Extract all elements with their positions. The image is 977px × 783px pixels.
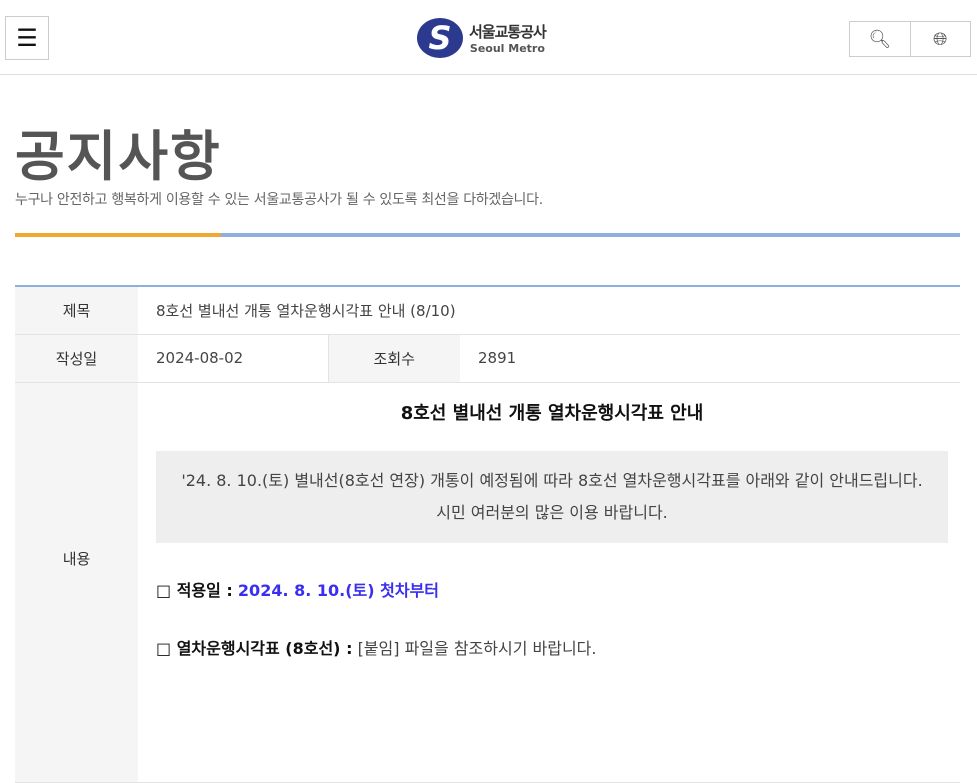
logo[interactable]: S 서울교통공사 Seoul Metro (417, 18, 547, 58)
apply-date-label: □ 적용일 : (156, 580, 233, 600)
page-title: 공지사항 (15, 125, 222, 188)
apply-date-line: □ 적용일 : 2024. 8. 10.(토) 첫차부터 (156, 577, 948, 601)
subject-label: 제목 (15, 286, 138, 335)
views-label: 조회수 (327, 334, 460, 383)
content-body: 8호선 별내선 개통 열차운행시각표 안내 '24. 8. 10.(토) 별내선… (138, 382, 960, 783)
header: ☰ S 서울교통공사 Seoul Metro 🔍︎ 🌐︎ (0, 0, 977, 75)
content-box: '24. 8. 10.(토) 별내선(8호선 연장) 개통이 예정됨에 따라 8… (156, 450, 948, 543)
logo-text-en: Seoul Metro (469, 42, 545, 55)
page-subtitle: 누구나 안전하고 행복하게 이용할 수 있는 서울교통공사가 될 수 있도록 최… (15, 192, 543, 208)
subject-value: 8호선 별내선 개통 열차운행시각표 안내 (8/10) (138, 286, 960, 335)
globe-icon[interactable]: 🌐︎ (909, 22, 971, 56)
date-label: 작성일 (15, 334, 138, 383)
hamburger-icon: ☰ (16, 24, 38, 52)
meta-row: 작성일 2024-08-02 조회수 2891 (15, 334, 960, 383)
views-value: 2891 (460, 334, 960, 383)
search-icon[interactable]: 🔍︎ (850, 22, 910, 56)
content-label: 내용 (15, 382, 138, 783)
title-divider (15, 233, 960, 237)
menu-button[interactable]: ☰ (5, 16, 49, 60)
logo-text-ko: 서울교통공사 (469, 23, 547, 41)
content-row: 내용 8호선 별내선 개통 열차운행시각표 안내 '24. 8. 10.(토) … (15, 382, 960, 783)
subject-row: 제목 8호선 별내선 개통 열차운행시각표 안내 (8/10) (15, 286, 960, 335)
box-line-2: 시민 여러분의 많은 이용 바랍니다. (436, 502, 668, 522)
date-value: 2024-08-02 (138, 334, 328, 383)
box-line-1: '24. 8. 10.(토) 별내선(8호선 연장) 개통이 예정됨에 따라 8… (181, 470, 923, 490)
seoul-metro-logo-icon: S (417, 18, 463, 58)
notice-table: 제목 8호선 별내선 개통 열차운행시각표 안내 (8/10) 작성일 2024-0… (15, 285, 960, 783)
content-heading: 8호선 별내선 개통 열차운행시각표 안내 (400, 402, 704, 424)
timetable-value: [붙임] 파일을 참조하시기 바랍니다. (357, 638, 597, 658)
apply-date-value: 2024. 8. 10.(토) 첫차부터 (237, 580, 440, 600)
timetable-line: □ 열차운행시각표 (8호선) : [붙임] 파일을 참조하시기 바랍니다. (156, 635, 948, 659)
header-tools: 🔍︎ 🌐︎ (849, 21, 971, 57)
timetable-label: □ 열차운행시각표 (8호선) : (156, 638, 353, 658)
